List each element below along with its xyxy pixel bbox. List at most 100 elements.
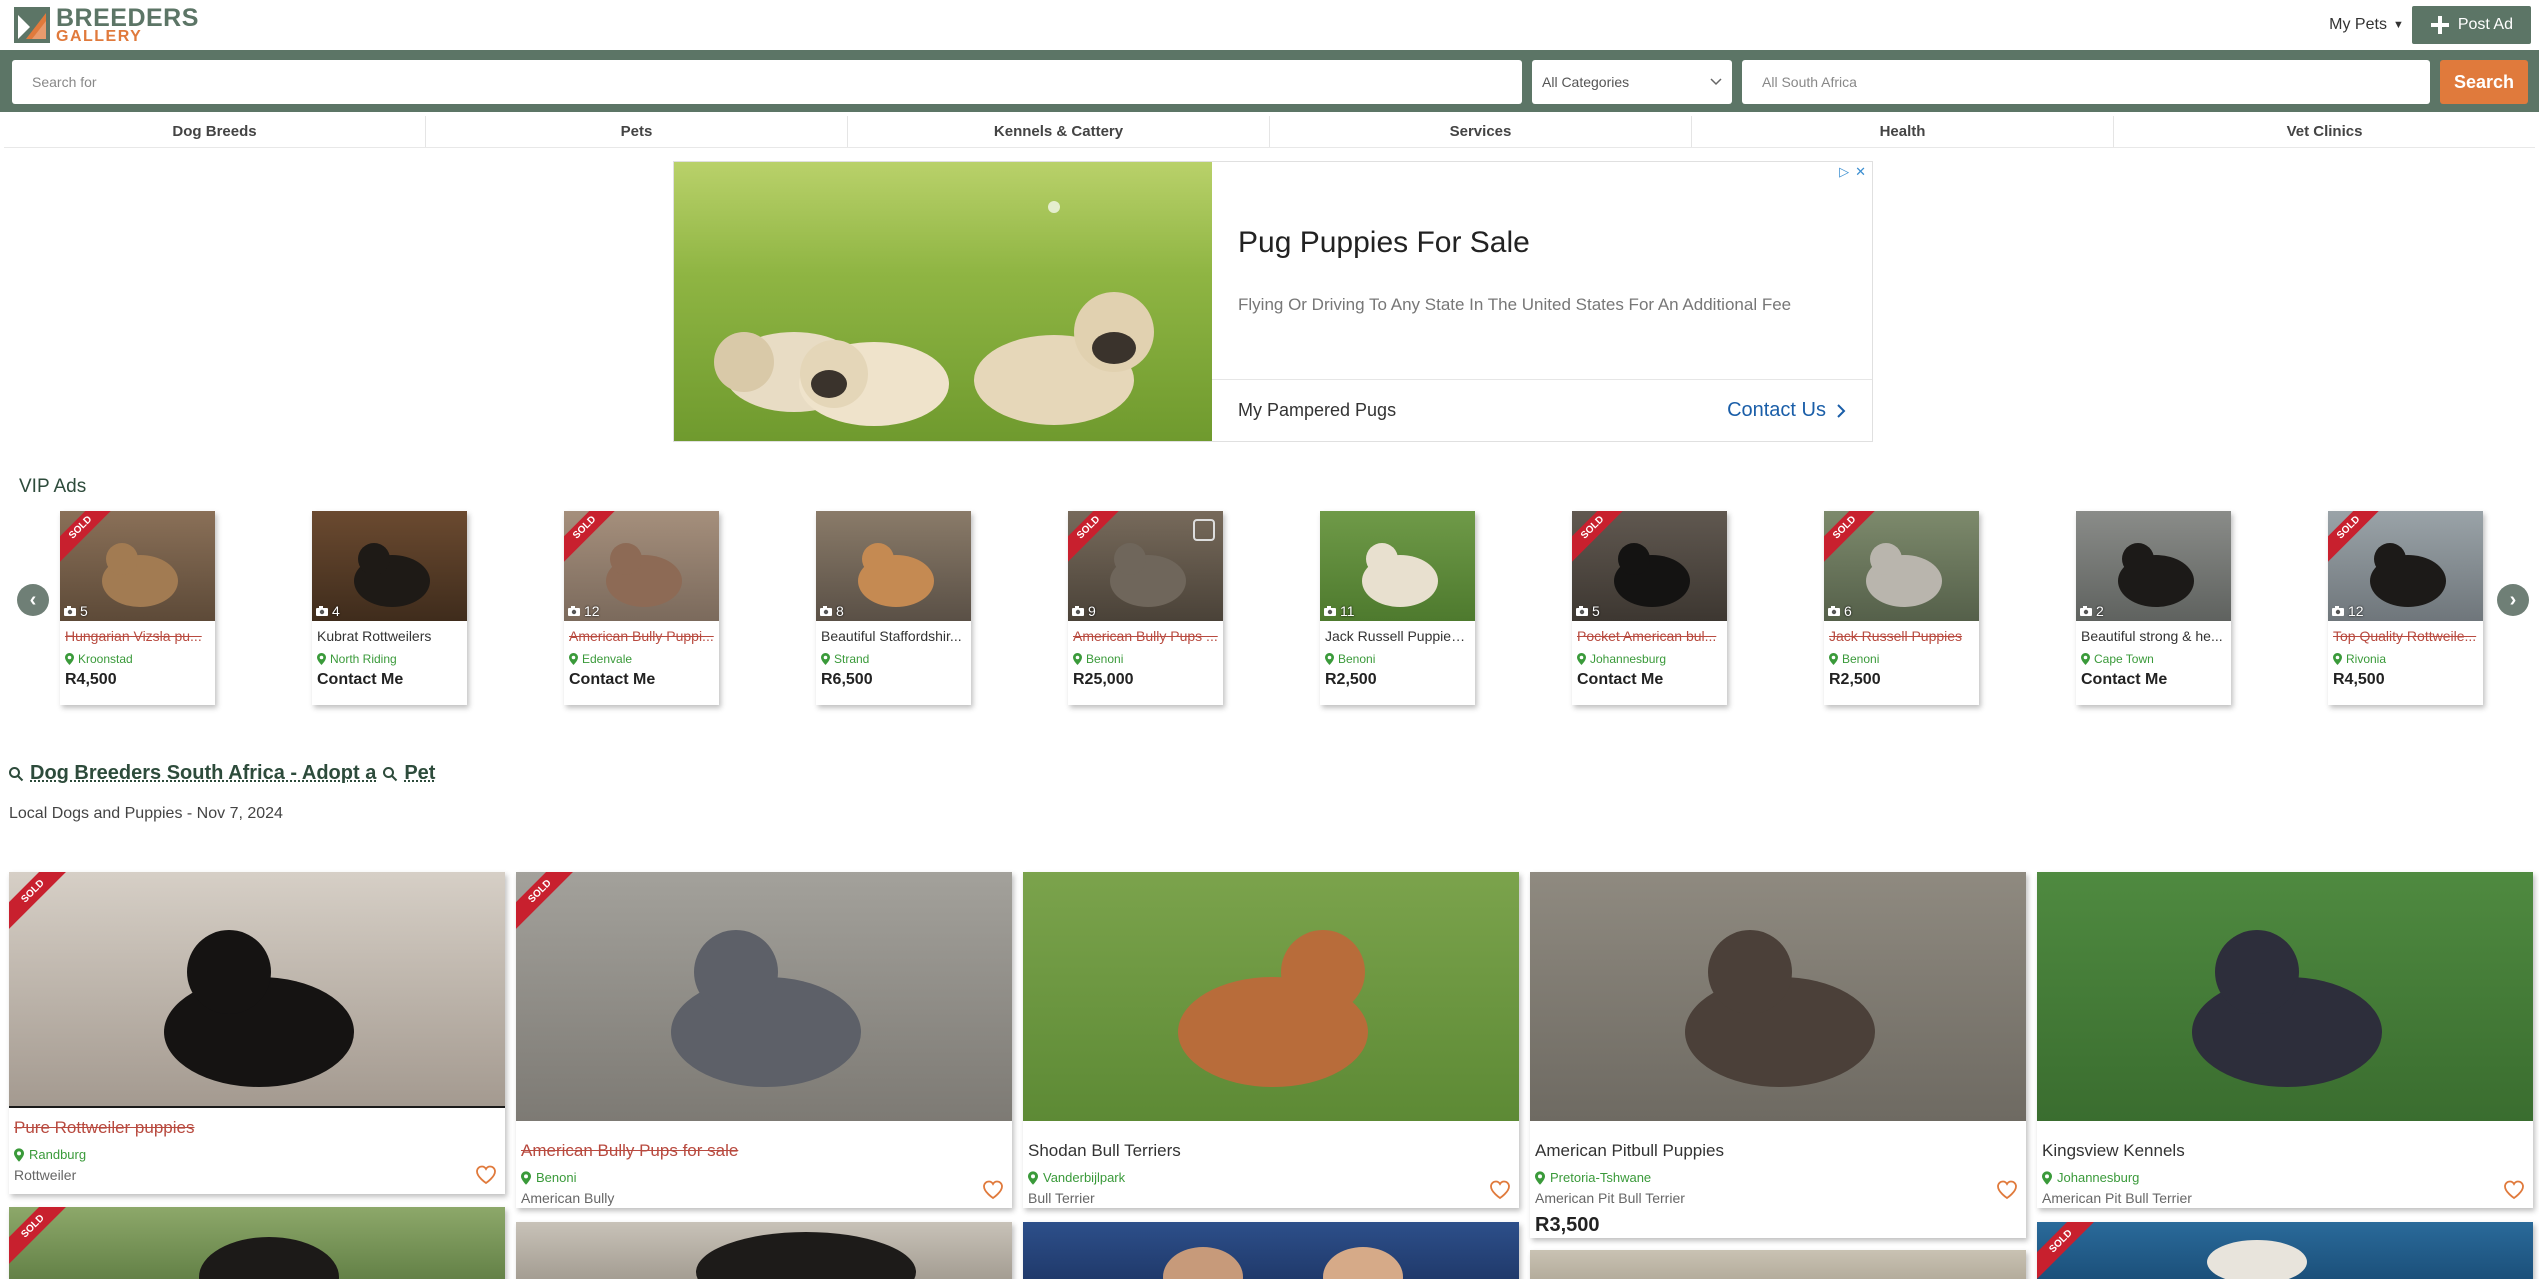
my-pets-menu[interactable]: My Pets ▼ — [2329, 16, 2404, 34]
logo-line2: GALLERY — [56, 27, 143, 45]
vip-ad-card[interactable]: SOLD 5 Hungarian Vizsla pu... Kroonstad … — [60, 511, 215, 705]
heart-icon[interactable] — [1996, 1180, 2018, 1200]
listing-photo[interactable] — [1530, 872, 2026, 1121]
vip-ad-title[interactable]: Pocket American bul... — [1572, 621, 1727, 644]
listing-photo[interactable] — [2037, 872, 2533, 1121]
vip-ad-title[interactable]: Hungarian Vizsla pu... — [60, 621, 215, 644]
listing-card-partial[interactable] — [1023, 1222, 1519, 1279]
search-button[interactable]: Search — [2440, 60, 2528, 104]
ad-contact-button[interactable]: Contact Us — [1727, 399, 1846, 422]
sponsored-ad[interactable]: ▷ ✕ Pug Puppies For Sale Flying Or Drivi… — [673, 161, 1873, 442]
vip-ad-location: Rivonia — [2328, 644, 2483, 666]
map-pin-icon — [1577, 653, 1586, 665]
nav-vet-clinics[interactable]: Vet Clinics — [2114, 116, 2535, 147]
heart-icon[interactable] — [2503, 1180, 2525, 1200]
page-title-part1[interactable]: Dog Breeders South Africa - Adopt a — [30, 762, 376, 785]
ad-advertiser: My Pampered Pugs — [1238, 400, 1397, 420]
heart-icon[interactable] — [475, 1165, 497, 1185]
listing-card[interactable]: SOLD Pure Rottweiler puppies Randburg Ro… — [9, 872, 505, 1194]
listing-card-partial[interactable] — [516, 1222, 1012, 1279]
dog-photo — [1685, 930, 1875, 1087]
vip-ad-card[interactable]: SOLD 12 Top Quality Rottweile... Rivonia… — [2328, 511, 2483, 705]
vip-ad-title[interactable]: Kubrat Rottweilers — [312, 621, 467, 644]
vip-ad-photo[interactable]: SOLD 12 — [2328, 511, 2483, 621]
map-pin-icon — [1028, 1170, 1038, 1185]
ad-image-pug-puppies[interactable] — [674, 162, 1212, 441]
heart-icon[interactable] — [1489, 1180, 1511, 1200]
vip-ad-location-text: Cape Town — [2094, 652, 2154, 666]
vip-ad-card[interactable]: 11 Jack Russell Puppies ... Benoni R2,50… — [1320, 511, 1475, 705]
vip-ad-title[interactable]: American Bully Puppi... — [564, 621, 719, 644]
listing-card[interactable]: Shodan Bull Terriers Vanderbijlpark Bull… — [1023, 872, 1519, 1208]
listing-title[interactable]: American Pitbull Puppies — [1530, 1121, 2026, 1161]
camera-icon — [1324, 606, 1336, 616]
listing-title[interactable]: Shodan Bull Terriers — [1023, 1121, 1519, 1161]
listing-card-partial[interactable]: SOLD — [2037, 1222, 2533, 1279]
vip-ad-photo[interactable]: SOLD 12 — [564, 511, 719, 621]
vip-ad-photo[interactable]: 4 — [312, 511, 467, 621]
chevron-right-icon — [1837, 403, 1846, 418]
map-pin-icon — [521, 1170, 531, 1185]
vip-ad-card[interactable]: 2 Beautiful strong & he... Cape Town Con… — [2076, 511, 2231, 705]
vip-ad-photo[interactable]: 8 — [816, 511, 971, 621]
photo-count-value: 12 — [584, 603, 600, 619]
vip-ad-title[interactable]: Jack Russell Puppies ... — [1320, 621, 1475, 644]
listing-photo[interactable] — [1023, 872, 1519, 1121]
vip-ad-card[interactable]: SOLD 12 American Bully Puppi... Edenvale… — [564, 511, 719, 705]
vip-ad-title[interactable]: Top Quality Rottweile... — [2328, 621, 2483, 644]
search-icon — [9, 766, 24, 781]
carousel-prev-button[interactable]: ‹ — [17, 584, 49, 616]
vip-ad-card[interactable]: SOLD 9 American Bully Pups ... Benoni R2… — [1068, 511, 1223, 705]
nav-dog-breeds[interactable]: Dog Breeds — [4, 116, 426, 147]
site-logo[interactable]: BREEDERS GALLERY — [14, 5, 199, 45]
vip-ad-photo[interactable]: SOLD 5 — [60, 511, 215, 621]
vip-ad-title[interactable]: Beautiful Staffordshir... — [816, 621, 971, 644]
vip-ad-title[interactable]: Jack Russell Puppies — [1824, 621, 1979, 644]
vip-ad-photo[interactable]: SOLD 9 — [1068, 511, 1223, 621]
vip-ad-photo[interactable]: 11 — [1320, 511, 1475, 621]
listing-title[interactable]: Kingsview Kennels — [2037, 1121, 2533, 1161]
listing-photo[interactable]: SOLD — [9, 872, 505, 1106]
ad-close-icon[interactable]: ✕ — [1855, 164, 1866, 180]
vip-ad-title[interactable]: Beautiful strong & he... — [2076, 621, 2231, 644]
category-select[interactable]: All Categories — [1532, 60, 1732, 104]
nav-pets[interactable]: Pets — [426, 116, 848, 147]
listing-card-partial[interactable] — [1530, 1250, 2026, 1279]
vip-ad-card[interactable]: 4 Kubrat Rottweilers North Riding Contac… — [312, 511, 467, 705]
post-ad-button[interactable]: Post Ad — [2411, 6, 2531, 44]
carousel-next-button[interactable]: › — [2497, 584, 2529, 616]
location-placeholder: All South Africa — [1762, 74, 1857, 90]
listing-title[interactable]: Pure Rottweiler puppies — [9, 1108, 505, 1138]
nav-services[interactable]: Services — [1270, 116, 1692, 147]
page-title-part2[interactable]: Pet — [404, 762, 435, 785]
vip-ad-location: North Riding — [312, 644, 467, 666]
listing-location-text: Johannesburg — [2057, 1170, 2140, 1185]
vip-ad-price: Contact Me — [2081, 671, 2168, 688]
ad-footer: My Pampered Pugs Contact Us — [1212, 379, 1872, 441]
vip-ad-card[interactable]: 8 Beautiful Staffordshir... Strand R6,50… — [816, 511, 971, 705]
vip-ad-title[interactable]: American Bully Pups ... — [1068, 621, 1223, 644]
search-input[interactable]: Search for — [12, 60, 1522, 104]
vip-ad-location: Edenvale — [564, 644, 719, 666]
vip-ad-card[interactable]: SOLD 6 Jack Russell Puppies Benoni R2,50… — [1824, 511, 1979, 705]
listing-photo[interactable]: SOLD — [516, 872, 1012, 1121]
vip-ad-photo[interactable]: SOLD 6 — [1824, 511, 1979, 621]
vip-ad-card[interactable]: SOLD 5 Pocket American bul... Johannesbu… — [1572, 511, 1727, 705]
ad-choices[interactable]: ▷ ✕ — [1839, 164, 1866, 180]
listing-card[interactable]: American Pitbull Puppies Pretoria-Tshwan… — [1530, 872, 2026, 1238]
listing-card-partial[interactable]: SOLD — [9, 1207, 505, 1279]
listing-location-text: Vanderbijlpark — [1043, 1170, 1126, 1185]
vip-ad-location: Kroonstad — [60, 644, 215, 666]
listing-location: Benoni — [516, 1161, 1012, 1185]
vip-ad-photo[interactable]: SOLD 5 — [1572, 511, 1727, 621]
listing-card[interactable]: SOLD American Bully Pups for sale Benoni… — [516, 872, 1012, 1208]
listing-card[interactable]: Kingsview Kennels Johannesburg American … — [2037, 872, 2533, 1208]
expand-icon[interactable] — [1193, 519, 1215, 541]
ad-title[interactable]: Pug Puppies For Sale — [1238, 226, 1530, 260]
vip-ad-photo[interactable]: 2 — [2076, 511, 2231, 621]
nav-kennels-cattery[interactable]: Kennels & Cattery — [848, 116, 1270, 147]
heart-icon[interactable] — [982, 1180, 1004, 1200]
listing-title[interactable]: American Bully Pups for sale — [516, 1121, 1012, 1161]
location-input[interactable]: All South Africa — [1742, 60, 2430, 104]
nav-health[interactable]: Health — [1692, 116, 2114, 147]
